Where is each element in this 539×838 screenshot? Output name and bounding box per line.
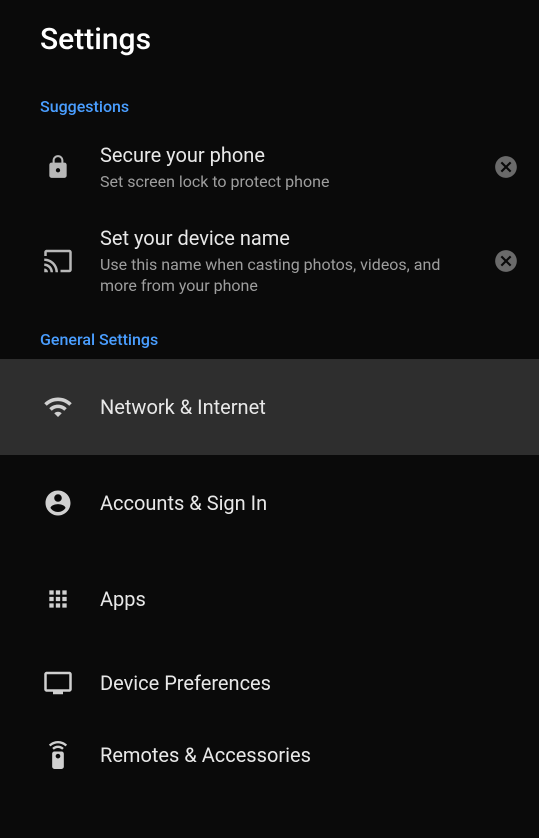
- page-title: Settings: [40, 22, 499, 57]
- settings-item-device-preferences[interactable]: Device Preferences: [0, 647, 539, 719]
- close-icon: [493, 248, 519, 274]
- settings-item-text: Network & Internet: [100, 394, 499, 420]
- wifi-icon: [40, 392, 76, 422]
- apps-icon: [40, 586, 76, 612]
- page-header: Settings: [0, 0, 539, 79]
- suggestion-text: Set your device name Use this name when …: [100, 225, 481, 297]
- settings-item-text: Remotes & Accessories: [100, 742, 499, 768]
- settings-item-network[interactable]: Network & Internet: [0, 359, 539, 455]
- suggestion-subtitle: Use this name when casting photos, video…: [100, 255, 481, 297]
- settings-item-title: Accounts & Sign In: [100, 490, 499, 516]
- suggestion-title: Secure your phone: [100, 142, 481, 168]
- lock-icon: [40, 154, 76, 180]
- cast-icon: [40, 246, 76, 276]
- suggestion-subtitle: Set screen lock to protect phone: [100, 172, 481, 193]
- settings-item-title: Apps: [100, 586, 499, 612]
- suggestion-secure-phone[interactable]: Secure your phone Set screen lock to pro…: [0, 126, 539, 209]
- account-icon: [40, 488, 76, 518]
- suggestion-title: Set your device name: [100, 225, 481, 251]
- settings-item-remotes[interactable]: Remotes & Accessories: [0, 719, 539, 791]
- suggestion-text: Secure your phone Set screen lock to pro…: [100, 142, 481, 193]
- suggestion-device-name[interactable]: Set your device name Use this name when …: [0, 209, 539, 313]
- settings-item-title: Network & Internet: [100, 394, 499, 420]
- tv-icon: [40, 668, 76, 698]
- remote-icon: [40, 741, 76, 769]
- settings-item-title: Remotes & Accessories: [100, 742, 499, 768]
- close-icon: [493, 154, 519, 180]
- settings-item-accounts[interactable]: Accounts & Sign In: [0, 455, 539, 551]
- section-general-header: General Settings: [0, 312, 539, 359]
- settings-item-text: Apps: [100, 586, 499, 612]
- settings-item-text: Device Preferences: [100, 670, 499, 696]
- settings-item-title: Device Preferences: [100, 670, 499, 696]
- settings-item-apps[interactable]: Apps: [0, 551, 539, 647]
- dismiss-suggestion-button[interactable]: [493, 154, 519, 180]
- section-suggestions-header: Suggestions: [0, 79, 539, 126]
- dismiss-suggestion-button[interactable]: [493, 248, 519, 274]
- settings-item-text: Accounts & Sign In: [100, 490, 499, 516]
